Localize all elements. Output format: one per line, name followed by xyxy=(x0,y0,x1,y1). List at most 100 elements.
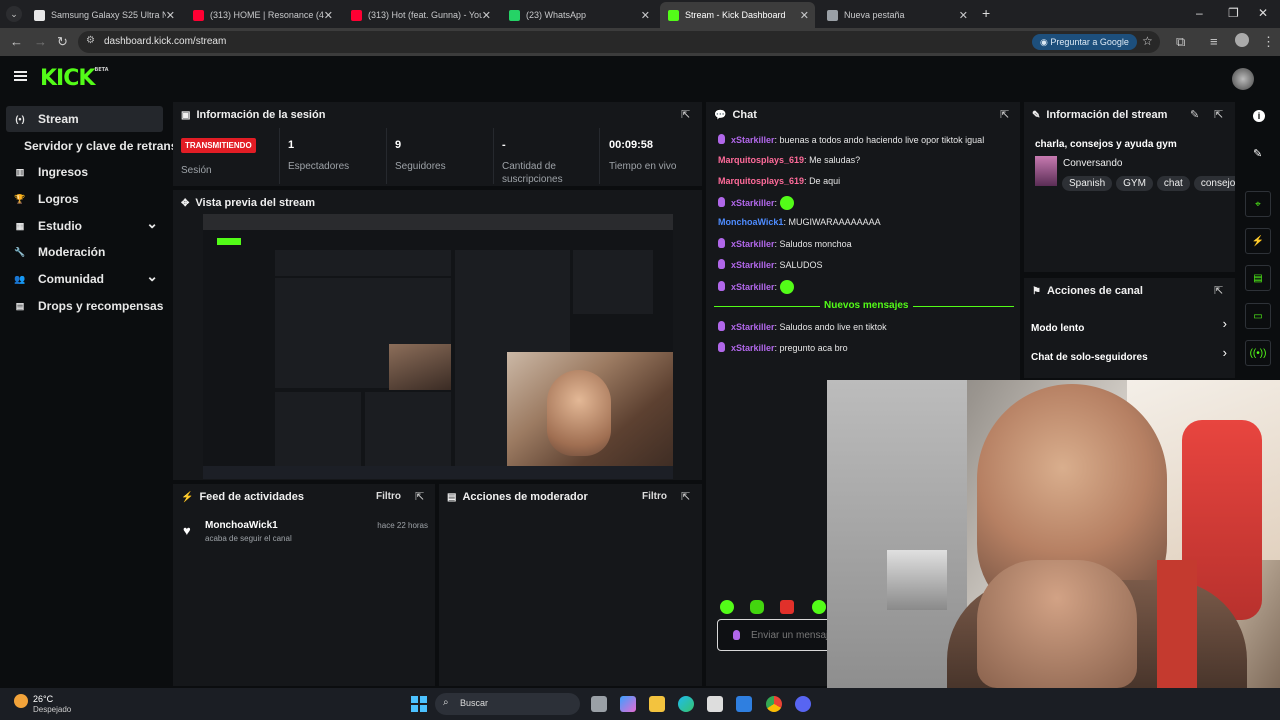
media-controls-icon[interactable]: ≡ xyxy=(1210,34,1218,49)
tag-chip[interactable]: GYM xyxy=(1116,176,1153,191)
tab-close-icon[interactable]: ✕ xyxy=(482,9,491,22)
sidebar-item[interactable]: ▦ Estudio ⌄ xyxy=(8,213,164,239)
chat-username[interactable]: xStarkiller xyxy=(731,282,775,292)
chat-username[interactable]: xStarkiller xyxy=(731,135,775,145)
omnibox[interactable]: ⚙ dashboard.kick.com/stream ◉ Preguntar … xyxy=(78,31,1160,53)
edit-pencil-icon[interactable]: ✎ xyxy=(1190,108,1199,121)
browser-tab[interactable]: (313) HOME | Resonance (4 ✕ xyxy=(185,4,339,26)
stream-preview-video[interactable] xyxy=(203,214,673,479)
lightning-icon[interactable]: ⚡ xyxy=(1245,228,1271,254)
chat-text: Me saludas? xyxy=(809,155,861,165)
sidebar-item[interactable]: ▥ Ingresos xyxy=(8,159,164,185)
forward-icon[interactable]: → xyxy=(34,34,47,49)
chat-username[interactable]: xStarkiller xyxy=(731,322,775,332)
popout-icon[interactable]: ⇱ xyxy=(1214,108,1223,121)
sidebar-item[interactable]: 🏆 Logros xyxy=(8,186,164,212)
emote-alien-icon[interactable] xyxy=(720,600,734,614)
hamburger-menu-icon[interactable] xyxy=(14,71,27,81)
browser-tab[interactable]: Stream - Kick Dashboard ✕ xyxy=(660,2,815,28)
discord-icon[interactable] xyxy=(795,696,811,712)
browser-tab[interactable]: Nueva pestaña ✕ xyxy=(819,4,974,26)
close-window-icon[interactable]: ✕ xyxy=(1258,6,1268,20)
stat-subs-label: Cantidad de suscripciones xyxy=(502,161,563,185)
mod-filter-button[interactable]: Filtro xyxy=(642,491,667,502)
chevron-down-icon[interactable]: ⌄ xyxy=(146,268,158,285)
user-avatar[interactable] xyxy=(1232,68,1254,90)
mail-icon[interactable] xyxy=(736,696,752,712)
activity-filter-button[interactable]: Filtro xyxy=(376,491,401,502)
activity-user[interactable]: MonchoaWick1 xyxy=(205,520,278,531)
chat-bubble-icon[interactable]: ▭ xyxy=(1245,303,1271,329)
tag-chip[interactable]: chat xyxy=(1156,176,1190,191)
popout-icon[interactable]: ⇱ xyxy=(1214,284,1223,297)
profile-avatar-icon[interactable] xyxy=(1235,33,1249,47)
browser-tab[interactable]: (23) WhatsApp ✕ xyxy=(501,4,656,26)
reload-icon[interactable]: ↻ xyxy=(57,34,68,50)
chat-username[interactable]: xStarkiller xyxy=(731,198,775,208)
tab-label: Stream - Kick Dashboard xyxy=(685,10,786,20)
new-tab-button[interactable]: + xyxy=(982,5,990,21)
tab-close-icon[interactable]: ✕ xyxy=(959,9,968,22)
info-icon[interactable]: i xyxy=(1253,110,1265,122)
tab-close-icon[interactable]: ✕ xyxy=(324,9,333,22)
tab-close-icon[interactable]: ✕ xyxy=(166,9,175,22)
ask-google-button[interactable]: ◉ Preguntar a Google xyxy=(1032,34,1137,50)
chat-username[interactable]: Marquitosplays_619 xyxy=(718,155,804,165)
focus-icon[interactable]: ⌖ xyxy=(1245,191,1271,217)
minimize-icon[interactable]: – xyxy=(1196,6,1203,20)
url-text[interactable]: dashboard.kick.com/stream xyxy=(104,36,226,47)
windows-start-icon[interactable] xyxy=(411,696,427,712)
site-info-icon[interactable]: ⚙ xyxy=(86,35,95,46)
sidebar-item[interactable]: ▤ Drops y recompensas xyxy=(8,293,164,319)
tab-search-button[interactable]: ⌄ xyxy=(6,6,22,22)
tag-chip[interactable]: Spanish xyxy=(1062,176,1113,191)
browser-menu-icon[interactable]: ⋮ xyxy=(1262,34,1275,50)
trophy-icon: 🏆 xyxy=(14,193,26,204)
emote-red-icon[interactable] xyxy=(780,600,794,614)
sidebar-item[interactable]: Servidor y clave de retransm xyxy=(24,133,174,159)
copilot-icon[interactable] xyxy=(620,696,636,712)
popout-icon[interactable]: ⇱ xyxy=(681,108,690,121)
document-icon[interactable]: ▤ xyxy=(1245,265,1271,291)
chat-username[interactable]: xStarkiller xyxy=(731,343,775,353)
followers-only-row[interactable]: Chat de solo-seguidores › xyxy=(1031,345,1227,363)
kick-logo[interactable]: KICKBETA xyxy=(40,66,109,91)
sidebar-item[interactable]: (•) Stream xyxy=(8,106,164,132)
tab-close-icon[interactable]: ✕ xyxy=(800,9,809,22)
chat-username[interactable]: MonchoaWick1 xyxy=(718,217,783,227)
tag-list: Spanish GYM chat consejo xyxy=(1062,173,1235,191)
restore-icon[interactable]: ❐ xyxy=(1228,6,1239,20)
popout-icon[interactable]: ⇱ xyxy=(1000,108,1009,121)
chat-username[interactable]: xStarkiller xyxy=(731,239,775,249)
chat-message: xStarkiller: Saludos monchoa xyxy=(718,238,852,249)
tag-chip[interactable]: consejo xyxy=(1193,176,1235,191)
task-view-icon[interactable] xyxy=(591,696,607,712)
tab-close-icon[interactable]: ✕ xyxy=(641,9,650,22)
chat-username[interactable]: Marquitosplays_619 xyxy=(718,176,804,186)
chat-username[interactable]: xStarkiller xyxy=(731,260,775,270)
slow-mode-row[interactable]: Modo lento › xyxy=(1031,316,1227,334)
sidebar-item[interactable]: 👥 Comunidad ⌄ xyxy=(8,266,164,292)
file-explorer-icon[interactable] xyxy=(649,696,665,712)
back-icon[interactable]: ← xyxy=(10,34,23,49)
browser-tab[interactable]: Samsung Galaxy S25 Ultra Neg ✕ xyxy=(26,4,181,26)
broadcast-toggle-icon[interactable]: ((•)) xyxy=(1245,340,1271,366)
emote-green-icon[interactable] xyxy=(812,600,826,614)
weather-temp[interactable]: 26°C xyxy=(33,694,53,704)
sidebar-item-label: Drops y recompensas xyxy=(38,299,164,313)
emote-frog-icon[interactable] xyxy=(750,600,764,614)
sidebar-item[interactable]: 🔧 Moderación xyxy=(8,239,164,265)
taskbar-search-box[interactable]: ⌕ Buscar xyxy=(435,693,580,715)
extensions-icon[interactable]: ⧉ xyxy=(1176,34,1185,50)
browser-tab[interactable]: (313) Hot (feat. Gunna) - YouTu ✕ xyxy=(343,4,497,26)
chevron-down-icon[interactable]: ⌄ xyxy=(146,215,158,232)
popout-icon[interactable]: ⇱ xyxy=(681,490,690,503)
edge-icon[interactable] xyxy=(678,696,694,712)
user-badge-icon xyxy=(718,134,725,144)
bookmark-star-icon[interactable]: ☆ xyxy=(1142,34,1153,48)
chrome-icon[interactable] xyxy=(766,696,782,712)
store-icon[interactable] xyxy=(707,696,723,712)
popout-icon[interactable]: ⇱ xyxy=(415,490,424,503)
edit-icon[interactable]: ✎ xyxy=(1253,147,1262,160)
category-name[interactable]: Conversando xyxy=(1063,158,1122,169)
